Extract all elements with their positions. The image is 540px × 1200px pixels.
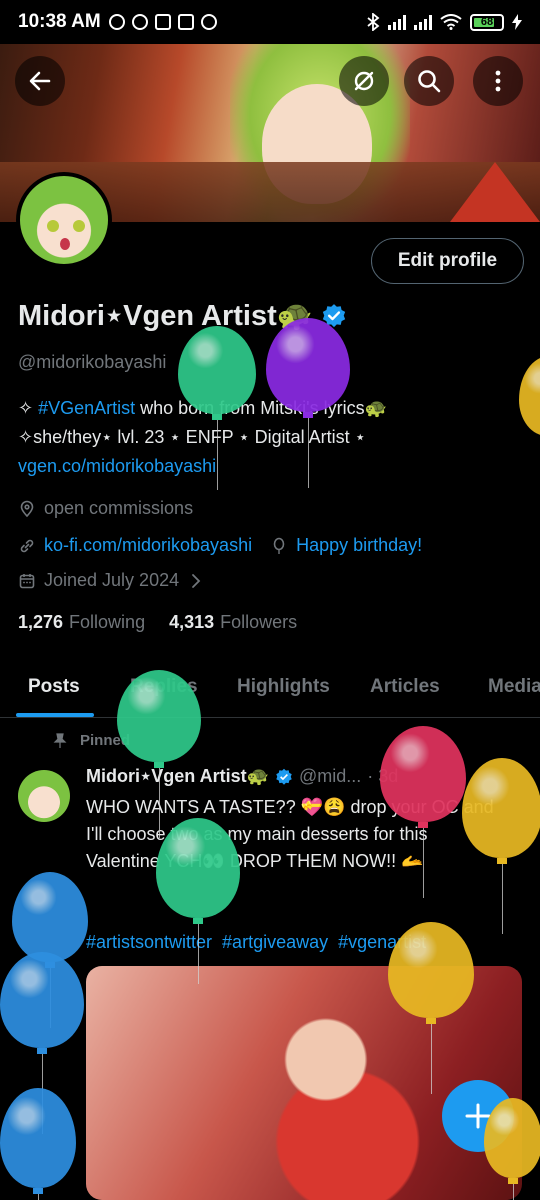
battery-icon: 68: [470, 13, 504, 31]
arrow-left-icon: [29, 71, 51, 91]
profile-location: open commissions: [18, 498, 193, 519]
signal-icon: [388, 14, 406, 30]
followers-count: 4,313: [169, 612, 215, 632]
discord-icon: [154, 14, 171, 30]
location-pin-icon: [20, 500, 34, 517]
following-label: Following: [69, 612, 146, 632]
balloon: [462, 758, 540, 934]
alarm-icon: [131, 14, 148, 30]
chevron-right-icon: [192, 573, 201, 588]
post-author-handle: @mid...: [299, 766, 362, 786]
balloon: [519, 356, 540, 502]
signal-icon: [414, 14, 432, 30]
following-count: 1,276: [18, 612, 64, 632]
bluetooth-icon: [367, 13, 380, 31]
search-icon: [418, 70, 441, 93]
location-text: open commissions: [44, 498, 194, 518]
follow-counts: 1,276 Following 4,313 Followers: [18, 612, 297, 633]
link-icon: [20, 539, 34, 552]
status-notification-icons: [108, 14, 217, 30]
tab-media[interactable]: Media: [488, 660, 540, 698]
balloon: [117, 670, 201, 838]
followers-link[interactable]: 4,313 Followers: [169, 612, 297, 633]
more-vertical-icon: [495, 70, 501, 92]
balloon: [156, 818, 240, 984]
balloon: [388, 922, 474, 1094]
search-button[interactable]: [404, 56, 454, 106]
profile-avatar[interactable]: [16, 172, 112, 268]
profile-links-row: ko-fi.com/midorikobayashi Happy birthday…: [18, 535, 422, 556]
bio-prefix: ✧: [18, 398, 39, 418]
balloon: [266, 318, 350, 488]
edit-profile-button[interactable]: Edit profile: [371, 238, 524, 284]
tab-articles[interactable]: Articles: [370, 660, 440, 698]
tab-highlights[interactable]: Highlights: [237, 660, 330, 698]
birthday-text[interactable]: Happy birthday!: [296, 535, 422, 556]
translate-icon: [354, 71, 374, 91]
mute-icon: [108, 14, 125, 30]
translate-button[interactable]: [339, 56, 389, 106]
balloon-icon: [273, 537, 285, 554]
back-button[interactable]: [15, 56, 65, 106]
whatsapp-icon: [200, 14, 217, 30]
following-link[interactable]: 1,276 Following: [18, 612, 145, 633]
status-system-icons: 68: [366, 13, 522, 31]
bio-hashtag-link[interactable]: #VGenArtist: [38, 398, 135, 418]
status-bar: 10:38 AM 68: [0, 0, 540, 44]
battery-level: 68: [480, 15, 494, 28]
followers-label: Followers: [220, 612, 298, 632]
website-link[interactable]: ko-fi.com/midorikobayashi: [44, 535, 252, 556]
status-time: 10:38 AM: [18, 11, 101, 32]
joined-text: Joined July 2024: [44, 570, 180, 590]
charging-icon: [512, 14, 522, 30]
discord-icon: [177, 14, 194, 30]
balloon: [0, 1088, 76, 1200]
calendar-icon: [19, 573, 35, 588]
active-tab-indicator: [16, 713, 94, 717]
balloon: [380, 726, 466, 898]
wifi-icon: [440, 14, 462, 30]
balloon: [178, 326, 256, 490]
more-options-button[interactable]: [473, 56, 523, 106]
profile-joined[interactable]: Joined July 2024: [18, 570, 205, 591]
verified-badge-icon: [276, 768, 292, 785]
balloon: [484, 1098, 540, 1200]
pin-icon: [53, 732, 67, 748]
post-author-avatar[interactable]: [18, 770, 70, 822]
tab-posts[interactable]: Posts: [28, 660, 80, 698]
post-hashtags: #artistsontwitter #artgiveaway #vgenarti…: [86, 932, 426, 953]
profile-handle: @midorikobayashi: [18, 352, 167, 372]
profile-tabs: Posts Replies Highlights Articles Media: [0, 660, 540, 718]
